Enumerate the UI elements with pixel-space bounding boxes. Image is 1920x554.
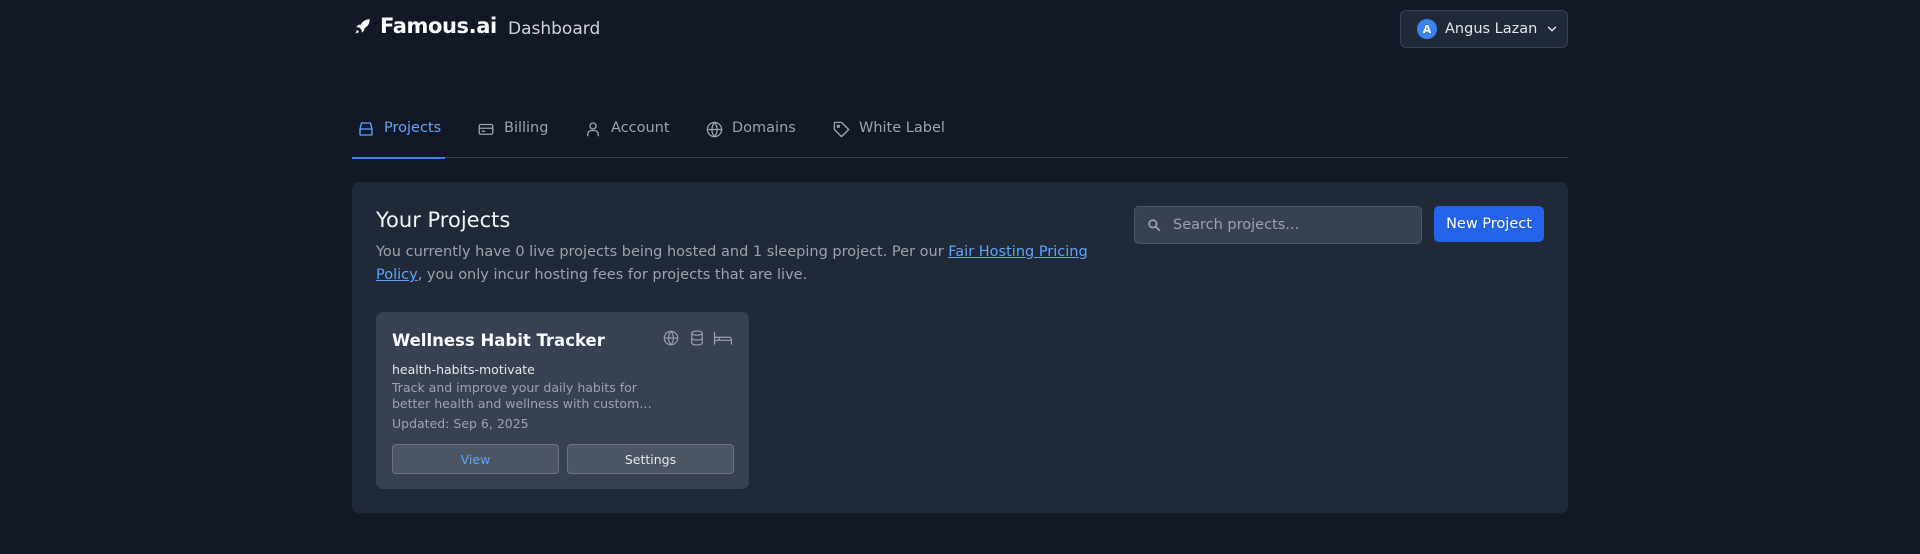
tab-label: White Label [859,120,945,136]
search-box [1134,206,1422,244]
tab-projects[interactable]: Projects [352,119,446,159]
user-menu-button[interactable]: A Angus Lazan [1400,10,1568,48]
avatar: A [1417,19,1437,39]
project-status-icons [661,328,733,348]
globe-icon [661,328,681,348]
tag-icon [831,119,851,139]
view-button[interactable]: View [392,444,559,474]
tab-label: Projects [384,120,442,136]
credit-card-icon [476,119,496,139]
section-title: Your Projects [376,208,511,232]
project-description: Track and improve your daily habits for … [392,380,640,411]
tab-label: Domains [732,120,796,136]
projects-panel: Your Projects You currently have 0 live … [352,182,1568,513]
bed-icon [713,328,733,348]
nav-tabs: Projects Billing Account Domains White L… [352,108,1568,159]
project-card[interactable]: Wellness Habit Tracker health-habits-mot… [376,312,749,489]
settings-button[interactable]: Settings [567,444,734,474]
database-icon [687,328,707,348]
user-icon [583,119,603,139]
project-updated: Updated: Sep 6, 2025 [392,416,529,431]
page-title: Dashboard [508,19,601,39]
brand-logo[interactable]: Famous.ai [354,14,497,38]
summary-text: , you only incur hosting fees for projec… [417,267,808,283]
tab-white-label[interactable]: White Label [831,120,945,158]
tab-account[interactable]: Account [583,120,670,158]
tab-billing[interactable]: Billing [476,120,548,158]
user-name: Angus Lazan [1445,21,1538,37]
inbox-icon [356,119,376,139]
globe-icon [704,119,724,139]
tab-label: Account [611,120,670,136]
project-slug: health-habits-motivate [392,362,535,377]
search-input[interactable] [1173,217,1403,233]
projects-summary: You currently have 0 live projects being… [376,241,1106,287]
tab-domains[interactable]: Domains [704,120,796,158]
search-icon [1147,218,1161,232]
brand-name: Famous.ai [380,14,497,38]
summary-text: You currently have 0 live projects being… [376,244,949,260]
rocket-icon [354,16,374,36]
top-header: Famous.ai Dashboard A Angus Lazan [352,0,1568,58]
chevron-down-icon [1545,22,1559,36]
tab-label: Billing [504,120,549,136]
new-project-button[interactable]: New Project [1434,206,1544,242]
page: Famous.ai Dashboard A Angus Lazan Projec… [352,0,1568,513]
project-name: Wellness Habit Tracker [392,331,605,350]
